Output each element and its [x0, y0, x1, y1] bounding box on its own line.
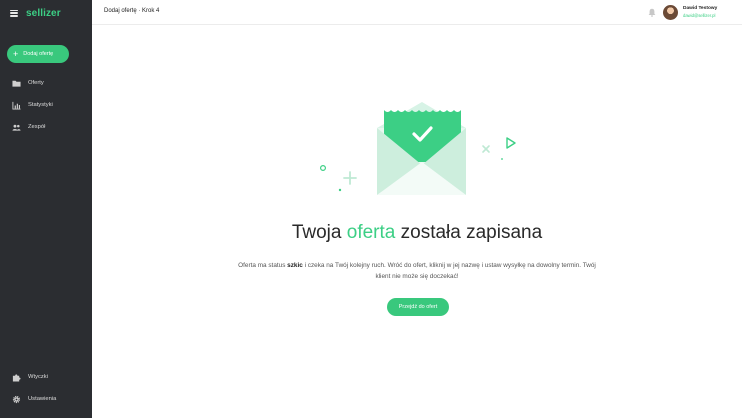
envelope-illustration: [319, 102, 516, 195]
add-offer-label: Dodaj ofertę: [23, 51, 54, 57]
sidebar-item-offers[interactable]: Oferty: [12, 78, 44, 88]
folder-icon: [12, 79, 21, 88]
plus-icon: +: [13, 48, 19, 59]
sidebar-item-label: Oferty: [28, 80, 44, 86]
desc-part: i czeka na Twój kolejny ruch. Wróć do of…: [302, 262, 596, 280]
breadcrumb: Dodaj ofertę · Krok 4: [104, 8, 160, 14]
sidebar-item-label: Ustawienia: [28, 396, 57, 402]
brand: sellizer: [10, 6, 61, 20]
bell-icon[interactable]: [648, 8, 656, 17]
sidebar-item-plugins[interactable]: Wtyczki: [12, 372, 48, 382]
user-name[interactable]: Dawid Testowy: [683, 6, 717, 11]
top-bar: Dodaj ofertę · Krok 4 Dawid Testowy dawi…: [92, 0, 742, 25]
sidebar: sellizer + Dodaj ofertę Oferty Statystyk…: [0, 0, 92, 418]
sidebar-item-team[interactable]: Zespół: [12, 122, 45, 132]
title-part: została zapisana: [395, 222, 543, 243]
people-icon: [12, 123, 21, 132]
bar-chart-icon: [12, 101, 21, 110]
status-badge: szkic: [287, 262, 303, 269]
menu-icon[interactable]: [10, 9, 18, 17]
go-to-offers-button[interactable]: Przejdź do ofert: [387, 298, 449, 316]
avatar[interactable]: [663, 5, 678, 20]
sidebar-item-settings[interactable]: Ustawienia: [12, 394, 56, 404]
sidebar-item-statistics[interactable]: Statystyki: [12, 100, 53, 110]
page-title: Twoja oferta została zapisana: [92, 222, 742, 244]
sidebar-item-label: Statystyki: [28, 102, 53, 108]
description: Oferta ma status szkic i czeka na Twój k…: [232, 261, 602, 282]
logo[interactable]: sellizer: [26, 8, 61, 19]
desc-part: Oferta ma status: [238, 262, 288, 269]
gear-icon: [12, 395, 21, 404]
sidebar-item-label: Zespół: [28, 124, 46, 130]
title-part: Twoja: [291, 222, 347, 243]
add-offer-button[interactable]: + Dodaj ofertę: [7, 45, 69, 63]
puzzle-icon: [12, 373, 21, 382]
title-accent: oferta: [346, 222, 396, 243]
sidebar-item-label: Wtyczki: [28, 374, 48, 380]
user-email: dawid@sellizer.pl: [683, 13, 716, 18]
